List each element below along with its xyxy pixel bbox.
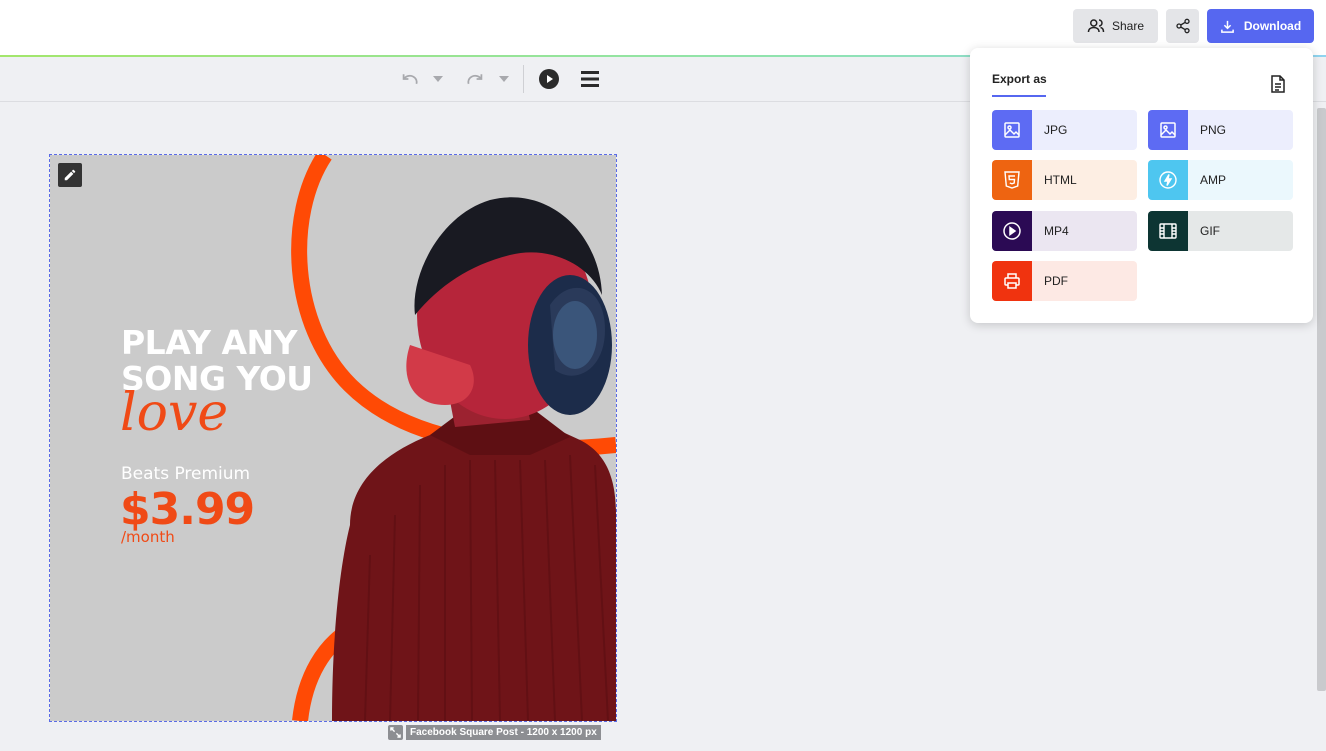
share-link-button[interactable] — [1166, 9, 1199, 43]
download-icon — [1220, 20, 1234, 33]
export-option-label: AMP — [1200, 173, 1227, 187]
resize-icon — [388, 725, 403, 740]
export-option-label: GIF — [1200, 224, 1220, 238]
export-option-jpg[interactable]: JPG — [992, 110, 1137, 150]
document-icon[interactable] — [1270, 75, 1286, 93]
export-option-pdf[interactable]: PDF — [992, 261, 1137, 301]
toolbar-divider — [523, 65, 524, 93]
export-option-label: HTML — [1044, 173, 1077, 187]
play-icon[interactable] — [538, 68, 560, 90]
link-share-icon — [1175, 18, 1190, 34]
canvas-size-label[interactable]: Facebook Square Post - 1200 x 1200 px — [388, 725, 601, 740]
amp-bolt-icon — [1148, 160, 1188, 200]
image-icon — [1148, 110, 1188, 150]
html5-icon — [992, 160, 1032, 200]
canvas-size-text: Facebook Square Post - 1200 x 1200 px — [406, 725, 601, 740]
export-panel: Export as JPG PNG HTML AMP MP4 GIF PDF — [970, 48, 1313, 323]
export-option-label: PNG — [1200, 123, 1227, 137]
headline-line-1: PLAY ANY — [121, 323, 298, 362]
export-tab-underline — [992, 95, 1046, 97]
export-option-label: JPG — [1044, 123, 1068, 137]
export-option-mp4[interactable]: MP4 — [992, 211, 1137, 251]
export-option-png[interactable]: PNG — [1148, 110, 1293, 150]
redo-dropdown-icon[interactable] — [497, 73, 511, 85]
undo-dropdown-icon[interactable] — [431, 73, 445, 85]
download-button-label: Download — [1243, 19, 1302, 33]
export-option-label: PDF — [1044, 274, 1068, 288]
share-button[interactable]: Share — [1073, 9, 1158, 43]
vertical-scrollbar[interactable] — [1317, 108, 1326, 691]
export-option-html[interactable]: HTML — [992, 160, 1137, 200]
edit-design-button[interactable] — [58, 163, 82, 187]
pencil-icon — [64, 169, 76, 181]
export-option-amp[interactable]: AMP — [1148, 160, 1293, 200]
menu-icon[interactable] — [579, 69, 601, 89]
video-play-icon — [992, 211, 1032, 251]
export-option-label: MP4 — [1044, 224, 1069, 238]
script-word[interactable]: love — [120, 385, 228, 441]
export-title: Export as — [992, 72, 1047, 86]
price-period[interactable]: /month — [121, 528, 175, 546]
download-button[interactable]: Download — [1207, 9, 1314, 43]
export-option-gif[interactable]: GIF — [1148, 211, 1293, 251]
share-button-label: Share — [1111, 19, 1145, 33]
undo-icon[interactable] — [398, 69, 422, 89]
film-icon — [1148, 211, 1188, 251]
design-canvas[interactable]: PLAY ANY SONG YOU love Beats Premium $3.… — [49, 154, 617, 722]
users-icon — [1087, 19, 1105, 33]
printer-icon — [992, 261, 1032, 301]
redo-icon[interactable] — [463, 69, 487, 89]
image-icon — [992, 110, 1032, 150]
plan-name[interactable]: Beats Premium — [121, 464, 250, 484]
